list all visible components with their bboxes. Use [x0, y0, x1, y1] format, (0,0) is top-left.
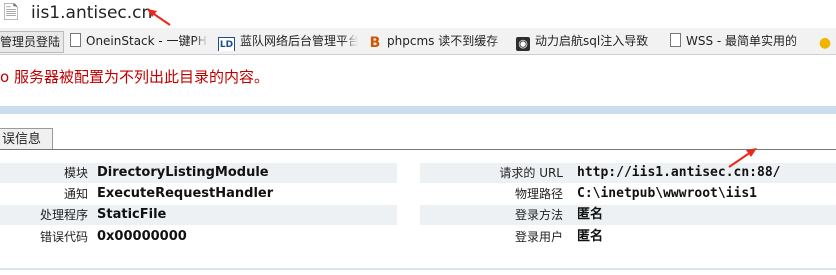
- page-icon: [70, 33, 81, 47]
- bookmark-label: OneinStack - 一键PH: [86, 34, 207, 48]
- detail-label: 物理路径: [514, 187, 563, 201]
- detail-label: 请求的 URL: [499, 166, 563, 180]
- bookmark-admin-login[interactable]: 管理员登陆: [0, 31, 64, 53]
- section-divider: [0, 149, 836, 150]
- bookmarks-bar: 管理员登陆 OneinStack - 一键PH LD 蓝队网络后台管理平台 Bph…: [0, 28, 836, 55]
- detail-value: 0x00000000: [97, 229, 187, 244]
- detail-row-logon-method: 登录方法 匿名: [420, 205, 836, 225]
- red-arrow-annotation: [147, 9, 171, 26]
- page-icon: [670, 33, 681, 47]
- page-icon: 🗎: [3, 2, 19, 24]
- bookmark-sql-injection[interactable]: ◉ 动力启航sql注入导致: [516, 31, 658, 51]
- bookmark-blue-team[interactable]: LD 蓝队网络后台管理平台: [218, 31, 358, 51]
- address-bar[interactable]: 🗎 iis1.antisec.cn: [0, 0, 836, 28]
- detail-label: 登录方法: [514, 208, 563, 222]
- address-url[interactable]: iis1.antisec.cn: [31, 2, 152, 24]
- bookmark-label: 动力启航sql注入导致: [535, 34, 649, 48]
- detail-row-error-code: 错误代码 0x00000000: [0, 227, 397, 247]
- detail-value: ExecuteRequestHandler: [97, 186, 274, 201]
- ld-logo-icon: LD: [218, 37, 235, 51]
- detail-row-notification: 通知 ExecuteRequestHandler: [0, 184, 397, 204]
- detail-row-handler: 处理程序 StaticFile: [0, 205, 397, 225]
- section-title: 误信息: [0, 128, 53, 149]
- detail-value: 匿名: [577, 229, 604, 244]
- bookmark-phpcms[interactable]: Bphpcms 读不到缓存: [368, 31, 506, 51]
- detail-value: 匿名: [577, 207, 604, 222]
- camera-icon: ◉: [516, 37, 530, 51]
- detail-label: 处理程序: [39, 208, 88, 222]
- bookmark-oneinstack[interactable]: OneinStack - 一键PH: [68, 31, 208, 51]
- detail-value: C:\inetpub\wwwroot\iis1: [577, 186, 758, 201]
- detail-label: 通知: [63, 187, 88, 201]
- lightbulb-icon: ●: [818, 35, 832, 51]
- detail-row-module: 模块 DirectoryListingModule: [0, 163, 397, 183]
- header-band: [0, 106, 836, 114]
- bookmark-label: phpcms 读不到缓存: [387, 34, 499, 48]
- bookmark-label: 管理员登陆: [0, 35, 61, 49]
- red-arrow-annotation: [728, 148, 757, 168]
- detail-label: 错误代码: [39, 230, 88, 244]
- b-logo-icon: B: [369, 35, 381, 51]
- detail-value: DirectoryListingModule: [97, 165, 269, 180]
- detail-row-request-url: 请求的 URL http://iis1.antisec.cn:88/: [420, 163, 836, 183]
- bottom-divider: [0, 268, 836, 270]
- detail-row-physical-path: 物理路径 C:\inetpub\wwwroot\iis1: [420, 184, 836, 204]
- detail-value: StaticFile: [97, 207, 167, 222]
- bookmark-label: WSS - 最简单实用的: [686, 34, 798, 48]
- bookmark-wss[interactable]: WSS - 最简单实用的: [668, 31, 808, 51]
- detail-row-logon-user: 登录用户 匿名: [420, 227, 836, 247]
- bookmark-label: 蓝队网络后台管理平台: [240, 34, 358, 48]
- detail-label: 模块: [63, 166, 88, 180]
- bookmark-lightbulb[interactable]: ●: [818, 31, 836, 51]
- error-headline: o 服务器被配置为不列出此目录的内容。: [0, 68, 269, 86]
- detail-label: 登录用户: [514, 230, 563, 244]
